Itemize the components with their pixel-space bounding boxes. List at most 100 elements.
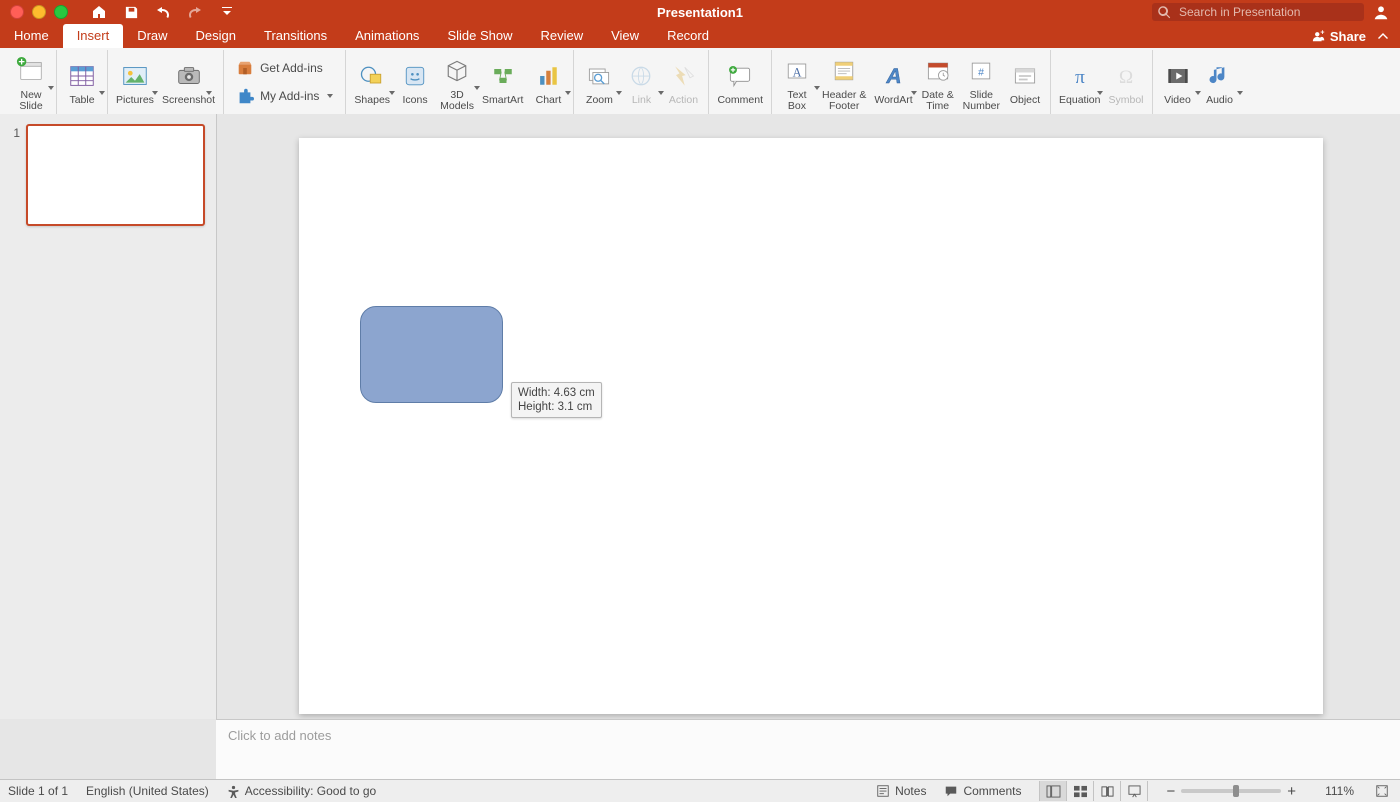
search-input[interactable] (1177, 4, 1358, 20)
home-icon[interactable] (90, 3, 108, 21)
minimize-window-button[interactable] (32, 5, 46, 19)
normal-view-button[interactable] (1039, 781, 1066, 801)
zoom-percent[interactable]: 111% (1314, 784, 1354, 798)
tab-insert[interactable]: Insert (63, 24, 124, 48)
sorter-view-button[interactable] (1066, 781, 1093, 801)
ribbon: New Slide Table (0, 48, 1400, 117)
rounded-rectangle-shape[interactable] (360, 306, 503, 403)
collapse-ribbon-button[interactable] (1372, 25, 1394, 47)
audio-label: Audio (1206, 95, 1233, 106)
redo-icon[interactable] (186, 3, 204, 21)
zoom-slider[interactable] (1181, 789, 1281, 793)
comment-button[interactable]: Comment (717, 58, 763, 106)
my-addins-button[interactable]: My Add-ins (232, 84, 337, 108)
zoom-icon (585, 62, 613, 90)
icons-icon (401, 62, 429, 90)
save-icon[interactable] (122, 3, 140, 21)
zoom-window-button[interactable] (54, 5, 68, 19)
text-box-button[interactable]: A Text Box (780, 53, 814, 112)
share-button[interactable]: + Share (1312, 29, 1366, 44)
get-addins-button[interactable]: Get Add-ins (232, 56, 337, 80)
video-label: Video (1164, 95, 1191, 106)
fit-to-window-button[interactable] (1372, 781, 1392, 801)
store-icon (236, 59, 254, 77)
close-window-button[interactable] (10, 5, 24, 19)
wordart-label: WordArt (874, 95, 912, 106)
qat-customize-icon[interactable] (218, 3, 236, 21)
accessibility-label: Accessibility: Good to go (245, 784, 376, 798)
audio-button[interactable]: Audio (1203, 58, 1237, 106)
comments-toggle[interactable]: Comments (944, 784, 1021, 798)
pictures-button[interactable]: Pictures (116, 58, 154, 106)
slide-number-label: Slide Number (963, 90, 1000, 112)
object-button[interactable]: Object (1008, 58, 1042, 106)
shapes-icon (358, 62, 386, 90)
zoom-controls: − + (1166, 783, 1296, 800)
link-icon (627, 62, 655, 90)
accessibility-icon (227, 785, 240, 798)
tab-slideshow[interactable]: Slide Show (433, 24, 526, 48)
tab-home[interactable]: Home (0, 24, 63, 48)
tab-view[interactable]: View (597, 24, 653, 48)
search-icon (1158, 6, 1171, 19)
slideshow-view-button[interactable] (1120, 781, 1148, 801)
account-button[interactable] (1372, 3, 1390, 21)
wordart-button[interactable]: A WordArt (874, 58, 912, 106)
comment-label: Comment (717, 95, 763, 106)
share-label: Share (1330, 29, 1366, 44)
quick-access-toolbar (90, 3, 236, 21)
accessibility-status[interactable]: Accessibility: Good to go (227, 784, 376, 798)
smartart-button[interactable]: SmartArt (482, 58, 523, 106)
notes-toggle[interactable]: Notes (876, 784, 926, 798)
link-label: Link (632, 95, 651, 106)
tab-animations[interactable]: Animations (341, 24, 433, 48)
svg-text:π: π (1075, 67, 1085, 88)
table-icon (67, 61, 97, 91)
tab-record[interactable]: Record (653, 24, 723, 48)
equation-button[interactable]: π Equation (1059, 58, 1100, 106)
notes-pane[interactable]: Click to add notes (216, 719, 1400, 780)
title-bar: Presentation1 (0, 0, 1400, 24)
language-status[interactable]: English (United States) (86, 784, 209, 798)
reading-view-button[interactable] (1093, 781, 1120, 801)
shapes-button[interactable]: Shapes (354, 58, 390, 106)
window-controls (0, 5, 68, 19)
tab-review[interactable]: Review (526, 24, 597, 48)
chart-button[interactable]: Chart (531, 58, 565, 106)
slide-number-icon: # (967, 57, 995, 85)
smartart-label: SmartArt (482, 95, 523, 106)
screenshot-button[interactable]: Screenshot (162, 58, 215, 106)
tooltip-height: Height: 3.1 cm (518, 400, 595, 414)
zoom-out-button[interactable]: − (1166, 783, 1175, 800)
tab-draw[interactable]: Draw (123, 24, 181, 48)
slide-thumbnails-panel[interactable]: 1 (0, 114, 217, 719)
tab-design[interactable]: Design (182, 24, 250, 48)
link-button: Link (624, 58, 658, 106)
date-time-button[interactable]: Date & Time (921, 53, 955, 112)
slide-thumbnail-1[interactable] (26, 124, 205, 226)
share-section: + Share (1312, 24, 1400, 48)
video-button[interactable]: Video (1161, 58, 1195, 106)
slide-number-button[interactable]: # Slide Number (963, 53, 1000, 112)
zoom-button[interactable]: Zoom (582, 58, 616, 106)
symbol-icon: Ω (1112, 62, 1140, 90)
new-slide-button[interactable]: New Slide (14, 53, 48, 112)
undo-icon[interactable] (154, 3, 172, 21)
tab-transitions[interactable]: Transitions (250, 24, 341, 48)
table-button[interactable]: Table (65, 58, 99, 106)
slide-count[interactable]: Slide 1 of 1 (8, 784, 68, 798)
zoom-in-button[interactable]: + (1287, 783, 1296, 800)
svg-text:#: # (978, 66, 984, 78)
3d-models-button[interactable]: 3D Models (440, 53, 474, 112)
svg-text:+: + (1320, 29, 1324, 36)
search-box[interactable] (1152, 3, 1364, 21)
header-footer-button[interactable]: Header & Footer (822, 53, 866, 112)
screenshot-label: Screenshot (162, 95, 215, 106)
slide-canvas-area[interactable]: Width: 4.63 cm Height: 3.1 cm (217, 114, 1400, 719)
puzzle-icon (236, 87, 254, 105)
video-icon (1164, 62, 1192, 90)
zoom-slider-thumb[interactable] (1233, 785, 1239, 797)
icons-label: Icons (402, 95, 427, 106)
icons-button[interactable]: Icons (398, 58, 432, 106)
slide[interactable]: Width: 4.63 cm Height: 3.1 cm (299, 138, 1323, 714)
